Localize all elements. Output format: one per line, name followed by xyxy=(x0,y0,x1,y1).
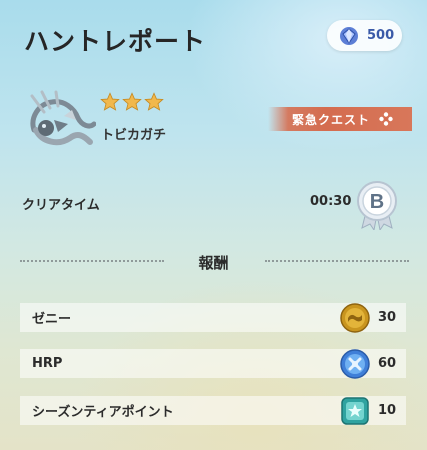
reward-label: ゼニー xyxy=(32,312,72,327)
clear-time-label: クリアタイム xyxy=(22,198,100,213)
flower-icon xyxy=(379,112,393,126)
rank-letter: B xyxy=(370,191,384,213)
monster-name: トビカガチ xyxy=(101,128,167,143)
hrp-icon xyxy=(340,348,370,379)
reward-label: シーズンティアポイント xyxy=(32,405,174,420)
reward-label: HRP xyxy=(32,356,63,371)
reward-value: 10 xyxy=(378,403,397,418)
season-tier-point-icon xyxy=(341,396,369,425)
reward-row: シーズンティアポイント 10 xyxy=(20,396,406,425)
urgent-quest-badge: 緊急クエスト xyxy=(268,107,412,131)
reward-row: ゼニー 30 xyxy=(20,302,406,333)
currency-display[interactable]: 500 xyxy=(327,20,402,51)
monster-icon xyxy=(30,90,96,146)
clear-time-value: 00:30 xyxy=(310,194,352,209)
reward-value: 60 xyxy=(378,356,397,371)
gem-icon xyxy=(340,26,358,45)
currency-amount: 500 xyxy=(367,28,395,43)
difficulty-stars xyxy=(100,92,164,112)
rewards-title: 報酬 xyxy=(198,254,229,272)
reward-value: 30 xyxy=(378,310,397,325)
star-icon xyxy=(100,92,120,111)
page-title: ハントレポート xyxy=(24,27,207,56)
urgent-quest-label: 緊急クエスト xyxy=(292,112,371,127)
divider-right xyxy=(265,260,409,262)
star-icon xyxy=(144,92,164,111)
rank-badge: B xyxy=(357,181,397,230)
zenny-coin-icon xyxy=(340,302,370,333)
star-icon xyxy=(122,92,142,111)
reward-row: HRP 60 xyxy=(20,348,406,379)
